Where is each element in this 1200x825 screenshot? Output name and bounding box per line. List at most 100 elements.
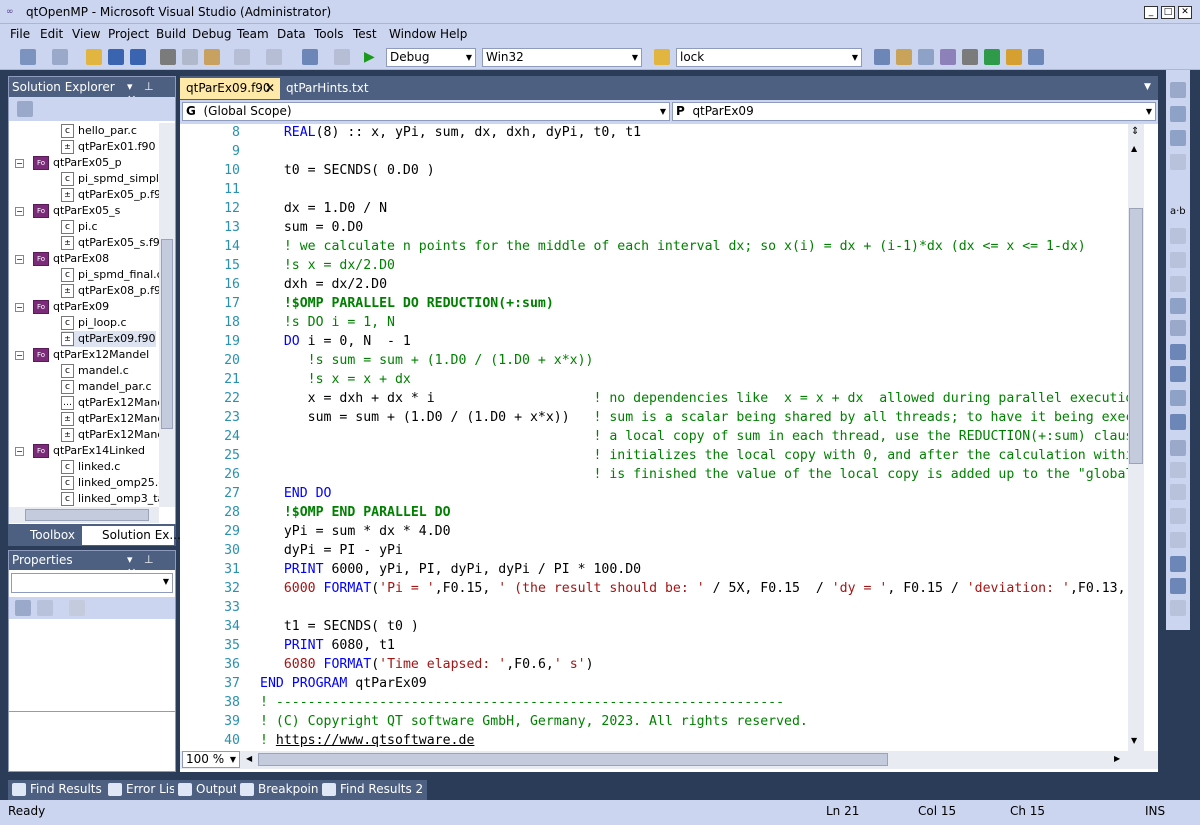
collapse-icon[interactable]: − xyxy=(15,206,24,216)
code-line[interactable]: sum = sum + (1.D0 / (1.D0 + x*x)) ! sum … xyxy=(260,410,1128,425)
menu-debug[interactable]: Debug xyxy=(192,27,231,41)
menu-project[interactable]: Project xyxy=(108,27,149,41)
tree-horizontal-scrollbar[interactable] xyxy=(9,507,159,523)
tag-icon[interactable] xyxy=(1170,228,1186,244)
scope-select[interactable]: G (Global Scope) ▼ xyxy=(182,102,670,121)
step-out-icon[interactable] xyxy=(1170,600,1186,616)
navigate-forward-icon[interactable] xyxy=(334,49,350,65)
code-line[interactable]: t0 = SECNDS( 0.D0 ) xyxy=(260,163,435,178)
tree-file-node[interactable]: c mandel.c xyxy=(61,363,129,379)
layout-icon[interactable] xyxy=(1170,154,1186,170)
step-into-icon[interactable] xyxy=(1170,556,1186,572)
paste-icon[interactable] xyxy=(204,49,220,65)
code-line[interactable]: 6000 FORMAT('Pi = ',F0.15, ' (the result… xyxy=(260,581,1128,596)
navigate-backward-icon[interactable] xyxy=(302,49,318,65)
solution-configuration-select[interactable]: Debug ▼ xyxy=(386,48,476,67)
open-folder-icon[interactable] xyxy=(86,49,102,65)
table-icon[interactable] xyxy=(1170,130,1186,146)
tree-file-node[interactable]: ± qtParEx05_s.f90 xyxy=(61,235,159,251)
categorized-icon[interactable] xyxy=(15,600,31,616)
code-line[interactable]: PRINT 6000, yPi, PI, dyPi, dyPi / PI * 1… xyxy=(260,562,641,577)
toolbox-tab[interactable]: Toolbox xyxy=(10,526,80,545)
tree-file-node[interactable]: ± qtParEx09.f90 xyxy=(61,331,156,347)
tree-file-node[interactable]: c pi_spmd_simple. xyxy=(61,171,159,187)
tree-file-node[interactable]: c linked_omp25.c xyxy=(61,475,159,491)
scroll-up-icon[interactable]: ▲ xyxy=(1131,144,1137,153)
code-line[interactable]: END DO xyxy=(260,486,332,501)
collapse-icon[interactable]: − xyxy=(15,158,24,168)
code-line[interactable]: ! a local copy of sum in each thread, us… xyxy=(260,429,1128,444)
tree-project-node[interactable]: − Fo qtParEx08 xyxy=(15,251,109,267)
next-bookmark-icon[interactable] xyxy=(1170,508,1186,524)
code-line[interactable]: 6080 FORMAT('Time elapsed: ',F0.6,' s') xyxy=(260,657,594,672)
scroll-down-icon[interactable]: ▼ xyxy=(1131,736,1137,745)
collapse-icon[interactable]: − xyxy=(15,446,24,456)
comment-icon[interactable] xyxy=(1170,414,1186,430)
bookmark-icon[interactable] xyxy=(1170,462,1186,478)
tree-file-node[interactable]: c pi_loop.c xyxy=(61,315,127,331)
find-in-files-icon[interactable] xyxy=(654,49,670,65)
code-line[interactable]: !$OMP PARALLEL DO REDUCTION(+:sum) xyxy=(260,296,554,311)
extension-manager-icon[interactable] xyxy=(1006,49,1022,65)
command-window-icon[interactable] xyxy=(1028,49,1044,65)
menu-data[interactable]: Data xyxy=(277,27,306,41)
list-icon[interactable] xyxy=(1170,390,1186,406)
save-icon[interactable] xyxy=(108,49,124,65)
alphabetical-icon[interactable] xyxy=(37,600,53,616)
solution-explorer-tab[interactable]: Solution Ex... xyxy=(82,526,181,545)
maximize-button[interactable]: □ xyxy=(1161,6,1175,19)
tab-qtparex09[interactable]: qtParEx09.f90 ✕ xyxy=(180,78,280,99)
property-pages-icon[interactable] xyxy=(69,600,85,616)
menu-view[interactable]: View xyxy=(72,27,100,41)
zoom-select[interactable]: 100 % ▼ xyxy=(182,751,240,768)
code-line[interactable]: REAL(8) :: x, yPi, sum, dx, dxh, dyPi, t… xyxy=(260,125,641,140)
new-project-icon[interactable] xyxy=(20,49,36,65)
object-browser-icon[interactable] xyxy=(918,49,934,65)
code-line[interactable]: ! https://www.qtsoftware.de xyxy=(260,733,474,748)
close-icon[interactable]: ✕ xyxy=(265,78,275,98)
tab-qtparhints[interactable]: qtParHints.txt xyxy=(280,78,375,99)
code-line[interactable]: dyPi = PI - yPi xyxy=(260,543,403,558)
code-line[interactable]: !$OMP END PARALLEL DO xyxy=(260,505,451,520)
toolbox-icon[interactable] xyxy=(940,49,956,65)
solution-explorer-icon[interactable] xyxy=(874,49,890,65)
properties-window-icon[interactable] xyxy=(896,49,912,65)
split-icon[interactable]: ⇕ xyxy=(1131,126,1139,137)
tab-find-results-1[interactable]: Find Results 1 xyxy=(8,780,118,800)
code-line[interactable]: dx = 1.D0 / N xyxy=(260,201,387,216)
menu-help[interactable]: Help xyxy=(440,27,467,41)
horizontal-scrollbar-thumb[interactable] xyxy=(258,753,888,766)
code-line[interactable]: !s x = x + dx xyxy=(260,372,411,387)
tree-file-node[interactable]: … qtParEx12Mande xyxy=(61,395,159,411)
code-line[interactable]: sum = 0.D0 xyxy=(260,220,363,235)
clipboard-icon[interactable] xyxy=(1170,320,1186,336)
tree-file-node[interactable]: ± qtParEx01.f90 xyxy=(61,139,156,155)
tree-project-node[interactable]: − Fo qtParEx14Linked xyxy=(15,443,145,459)
tree-file-node[interactable]: c linked.c xyxy=(61,459,120,475)
code-line[interactable]: END PROGRAM qtParEx09 xyxy=(260,676,427,691)
menu-edit[interactable]: Edit xyxy=(40,27,63,41)
link-icon[interactable] xyxy=(1170,252,1186,268)
pointer-icon[interactable] xyxy=(1170,276,1186,292)
tree-file-node[interactable]: c pi_spmd_final.c xyxy=(61,267,159,283)
object-select[interactable]: ▼ xyxy=(11,573,173,593)
scrollbar-thumb[interactable] xyxy=(25,509,149,521)
tree-file-node[interactable]: ± qtParEx12Mande xyxy=(61,427,159,443)
tree-file-node[interactable]: c pi.c xyxy=(61,219,98,235)
tree-file-node[interactable]: c hello_par.c xyxy=(61,123,137,139)
tab-error-list[interactable]: Error List xyxy=(104,780,185,800)
member-select[interactable]: P qtParEx09 ▼ xyxy=(672,102,1156,121)
grid-icon[interactable] xyxy=(1170,106,1186,122)
tab-find-results-2[interactable]: Find Results 2 xyxy=(318,780,428,800)
code-line[interactable]: !s x = dx/2.D0 xyxy=(260,258,395,273)
text-case-icon[interactable]: a·b xyxy=(1170,206,1186,217)
format-icon[interactable] xyxy=(1170,82,1186,98)
menu-test[interactable]: Test xyxy=(353,27,377,41)
window-icon[interactable] xyxy=(1170,440,1186,456)
tab-overflow-icon[interactable]: ▼ xyxy=(1144,82,1151,92)
undo-icon[interactable] xyxy=(234,49,250,65)
menu-team[interactable]: Team xyxy=(237,27,269,41)
tree-project-node[interactable]: − Fo qtParEx12Mandel xyxy=(15,347,149,363)
properties-icon[interactable] xyxy=(17,101,33,117)
code-line[interactable]: dxh = dx/2.D0 xyxy=(260,277,387,292)
